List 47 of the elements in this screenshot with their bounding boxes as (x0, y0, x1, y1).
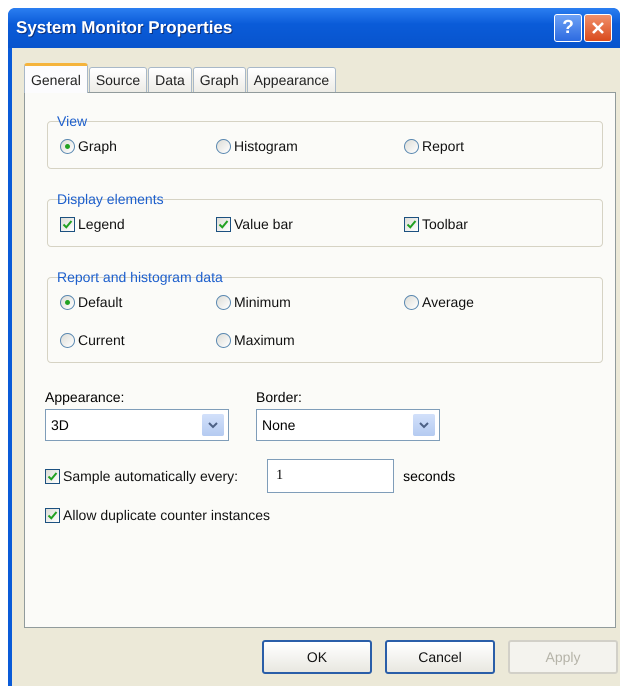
group-title: Report and histogram data (56, 268, 223, 287)
tab[interactable]: Data (148, 67, 192, 92)
chevron-down-icon (413, 414, 435, 436)
radio-label[interactable]: Graph (78, 138, 117, 154)
radio-button[interactable] (60, 332, 75, 348)
radio-button[interactable] (404, 294, 419, 310)
checkbox-label[interactable]: Value bar (234, 216, 293, 232)
radio-button[interactable] (404, 138, 419, 154)
dialog-button[interactable]: Cancel (385, 640, 495, 674)
checkbox-label[interactable]: Toolbar (422, 216, 468, 232)
checkbox[interactable] (45, 468, 60, 484)
radio-button[interactable] (60, 294, 75, 310)
field-label: Appearance: (45, 389, 126, 405)
tab[interactable]: Graph (192, 67, 246, 92)
group-title: View (56, 112, 88, 131)
close-button[interactable] (584, 14, 612, 42)
checkbox[interactable] (216, 216, 231, 232)
group-title: Display elements (56, 190, 164, 209)
radio-button[interactable] (216, 138, 231, 154)
checkbox-label[interactable]: Legend (78, 216, 125, 232)
interval-input[interactable]: 1 (267, 459, 394, 493)
dialog-button[interactable]: OK (262, 640, 372, 674)
checkbox[interactable] (404, 216, 419, 232)
checkbox[interactable] (60, 216, 75, 232)
unit-label: seconds (403, 468, 456, 484)
window-title: System Monitor Properties (16, 18, 232, 38)
tab[interactable]: Appearance (246, 67, 336, 92)
checkbox-label[interactable]: Allow duplicate counter instances (63, 507, 270, 523)
radio-label[interactable]: Maximum (234, 332, 295, 348)
checkbox[interactable] (45, 508, 60, 522)
tab[interactable]: Source (88, 67, 148, 92)
radio-label[interactable]: Minimum (234, 294, 291, 310)
dropdown[interactable]: None (256, 409, 440, 441)
radio-label[interactable]: Histogram (234, 138, 298, 154)
radio-label[interactable]: Report (422, 138, 464, 154)
tab[interactable]: General (24, 63, 88, 93)
radio-label[interactable]: Default (78, 294, 122, 310)
field-label: Border: (256, 389, 303, 405)
checkbox-label[interactable]: Sample automatically every: (63, 468, 238, 484)
radio-button[interactable] (216, 294, 231, 310)
chevron-down-icon (202, 414, 224, 436)
radio-label[interactable]: Average (422, 294, 474, 310)
dropdown[interactable]: 3D (45, 409, 229, 441)
radio-button[interactable] (60, 138, 75, 154)
close-icon (591, 21, 605, 35)
radio-button[interactable] (216, 332, 231, 348)
radio-label[interactable]: Current (78, 332, 125, 348)
